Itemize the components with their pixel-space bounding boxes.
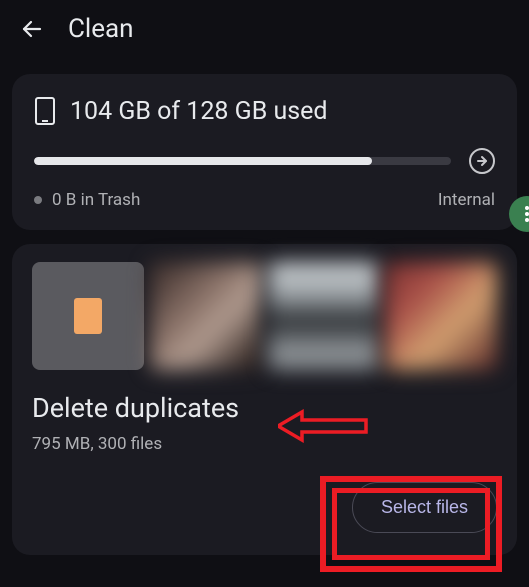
storage-progress-row [34, 148, 495, 174]
thumbnail-photo[interactable] [268, 262, 380, 370]
storage-usage-text: 104 GB of 128 GB used [70, 97, 328, 126]
phone-icon [34, 96, 56, 126]
archive-file-icon [74, 298, 102, 334]
thumbnail-photo[interactable] [150, 262, 262, 370]
thumbnail-row [32, 262, 497, 370]
back-button[interactable] [18, 15, 46, 43]
button-row: Select files [32, 482, 497, 533]
duplicates-card: Delete duplicates 795 MB, 300 files Sele… [12, 244, 517, 555]
trash-size-text: 0 B in Trash [52, 190, 140, 210]
duplicates-subtitle: 795 MB, 300 files [32, 434, 497, 454]
app-header: Clean [0, 0, 529, 56]
status-dot-icon [34, 196, 42, 204]
storage-progress-fill [34, 157, 372, 165]
storage-progress-bar [34, 157, 451, 165]
storage-details-button[interactable] [469, 148, 495, 174]
page-title: Clean [68, 14, 134, 44]
more-vertical-icon [525, 206, 529, 222]
storage-footer: 0 B in Trash Internal [34, 190, 495, 210]
storage-header: 104 GB of 128 GB used [34, 96, 495, 126]
storage-card: 104 GB of 128 GB used 0 B in Trash Inter… [12, 74, 517, 230]
duplicates-title: Delete duplicates [32, 392, 497, 424]
arrow-left-icon [20, 17, 44, 41]
thumbnail-photo[interactable] [385, 262, 497, 370]
trash-info[interactable]: 0 B in Trash [34, 190, 140, 210]
arrow-right-icon [476, 155, 488, 167]
select-files-button[interactable]: Select files [352, 482, 497, 533]
thumbnail-archive[interactable] [32, 262, 144, 370]
storage-location-label[interactable]: Internal [438, 190, 495, 210]
